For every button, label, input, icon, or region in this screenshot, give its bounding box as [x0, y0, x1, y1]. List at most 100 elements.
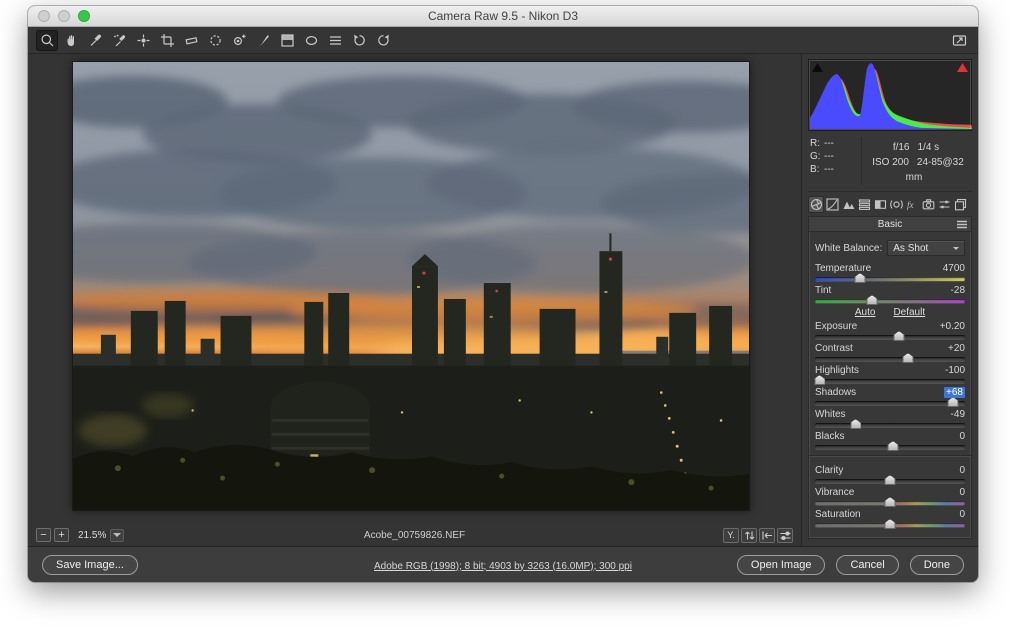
preview-pane: − + 21.5% Acobe_00759826.NEF Y. [28, 54, 802, 546]
toolbar [28, 27, 978, 54]
slider-track[interactable] [815, 423, 965, 427]
adjustments-panel: R:--- G:--- B:--- f/161/4 s ISO 20024-85… [802, 54, 978, 546]
graduated-filter-tool-icon[interactable] [276, 30, 298, 51]
preview-preferences-button[interactable] [777, 528, 793, 543]
image-canvas[interactable] [28, 54, 801, 524]
slider-value[interactable]: +20 [948, 343, 965, 354]
slider-value[interactable]: 0 [959, 487, 965, 498]
panel-menu-icon[interactable] [957, 220, 967, 232]
white-balance-select[interactable]: As Shot [887, 240, 965, 256]
slider-track[interactable] [815, 379, 965, 383]
color-sampler-tool-icon[interactable] [108, 30, 130, 51]
filename-label: Acobe_00759826.NEF [28, 530, 801, 541]
slider-track[interactable] [815, 445, 965, 449]
photo-preview[interactable] [72, 61, 750, 511]
workflow-options-link[interactable]: Adobe RGB (1998); 8 bit; 4903 by 3263 (1… [374, 561, 632, 572]
slider-label: Highlights [815, 365, 859, 376]
slider-track[interactable] [815, 357, 965, 361]
slider-whites: Whites -49 [815, 408, 965, 427]
slider-label: Saturation [815, 509, 861, 520]
highlight-clipping-warning-icon[interactable] [956, 62, 969, 73]
tab-presets[interactable] [936, 196, 952, 213]
slider-track[interactable] [815, 479, 965, 483]
slider-value[interactable]: 0 [959, 465, 965, 476]
tab-lens-corrections[interactable] [888, 196, 904, 213]
shadow-clipping-warning-icon[interactable] [811, 62, 824, 73]
slider-value[interactable]: 4700 [943, 263, 965, 274]
tab-hsl-grayscale[interactable] [856, 196, 872, 213]
rgb-readout: R:--- G:--- B:--- [810, 137, 862, 185]
bottom-bar: Save Image... Adobe RGB (1998); 8 bit; 4… [28, 546, 978, 582]
slider-label: Shadows [815, 387, 856, 398]
slider-label: Contrast [815, 343, 853, 354]
slider-value[interactable]: 0 [959, 431, 965, 442]
tab-basic[interactable] [808, 196, 824, 213]
histogram-plot [810, 61, 972, 129]
slider-track[interactable] [815, 299, 965, 303]
tab-tone-curve[interactable] [824, 196, 840, 213]
fullscreen-toggle-icon[interactable] [948, 30, 970, 51]
slider-blacks: Blacks 0 [815, 430, 965, 449]
radial-filter-tool-icon[interactable] [300, 30, 322, 51]
targeted-adjustment-tool-icon[interactable] [132, 30, 154, 51]
zoom-tool-icon[interactable] [36, 30, 58, 51]
slider-temperature: Temperature 4700 [815, 262, 965, 281]
swap-before-after-button[interactable] [741, 528, 757, 543]
tab-camera-calibration[interactable] [920, 196, 936, 213]
auto-link[interactable]: Auto [855, 307, 876, 318]
tab-split-toning[interactable] [872, 196, 888, 213]
crop-tool-icon[interactable] [156, 30, 178, 51]
camera-raw-window: Camera Raw 9.5 - Nikon D3 [28, 6, 978, 582]
histogram [808, 59, 972, 131]
slider-value[interactable]: +68 [944, 387, 965, 398]
default-link[interactable]: Default [893, 307, 925, 318]
slider-track[interactable] [815, 401, 965, 405]
hand-tool-icon[interactable] [60, 30, 82, 51]
slider-shadows: Shadows +68 [815, 386, 965, 405]
preferences-tool-icon[interactable] [324, 30, 346, 51]
preview-mode-y-button[interactable]: Y. [723, 528, 739, 543]
slider-track[interactable] [815, 277, 965, 281]
copy-settings-button[interactable] [759, 528, 775, 543]
preview-status-bar: − + 21.5% Acobe_00759826.NEF Y. [28, 524, 801, 546]
panel-tabs: fx [808, 196, 972, 213]
red-eye-tool-icon[interactable] [228, 30, 250, 51]
slider-label: Temperature [815, 263, 871, 274]
straighten-tool-icon[interactable] [180, 30, 202, 51]
exif-readout: R:--- G:--- B:--- f/161/4 s ISO 20024-85… [808, 131, 972, 192]
white-balance-value: As Shot [893, 243, 928, 254]
slider-label: Vibrance [815, 487, 854, 498]
spot-removal-tool-icon[interactable] [204, 30, 226, 51]
slider-vibrance: Vibrance 0 [815, 486, 965, 505]
slider-value[interactable]: -28 [951, 285, 965, 296]
slider-contrast: Contrast +20 [815, 342, 965, 361]
slider-saturation: Saturation 0 [815, 508, 965, 527]
slider-value[interactable]: -49 [951, 409, 965, 420]
slider-track[interactable] [815, 501, 965, 505]
tab-effects[interactable]: fx [904, 196, 920, 213]
slider-track[interactable] [815, 523, 965, 527]
slider-clarity: Clarity 0 [815, 464, 965, 483]
tab-detail[interactable] [840, 196, 856, 213]
save-image-button[interactable]: Save Image... [42, 555, 138, 575]
exposure-readout: f/161/4 s ISO 20024-85@32 mm [862, 137, 970, 185]
slider-label: Exposure [815, 321, 857, 332]
white-balance-tool-icon[interactable] [84, 30, 106, 51]
rotate-right-tool-icon[interactable] [372, 30, 394, 51]
slider-track[interactable] [815, 335, 965, 339]
tab-snapshots[interactable] [952, 196, 968, 213]
rotate-left-tool-icon[interactable] [348, 30, 370, 51]
slider-value[interactable]: +0.20 [940, 321, 965, 332]
slider-value[interactable]: -100 [945, 365, 965, 376]
slider-tint: Tint -28 [815, 284, 965, 303]
slider-label: Clarity [815, 465, 843, 476]
done-button[interactable]: Done [910, 555, 964, 575]
slider-value[interactable]: 0 [959, 509, 965, 520]
slider-label: Whites [815, 409, 846, 420]
slider-exposure: Exposure +0.20 [815, 320, 965, 339]
window-title: Camera Raw 9.5 - Nikon D3 [28, 9, 978, 23]
cancel-button[interactable]: Cancel [836, 555, 898, 575]
open-image-button[interactable]: Open Image [737, 555, 826, 575]
basic-panel-title: Basic [878, 219, 902, 230]
adjustment-brush-tool-icon[interactable] [252, 30, 274, 51]
